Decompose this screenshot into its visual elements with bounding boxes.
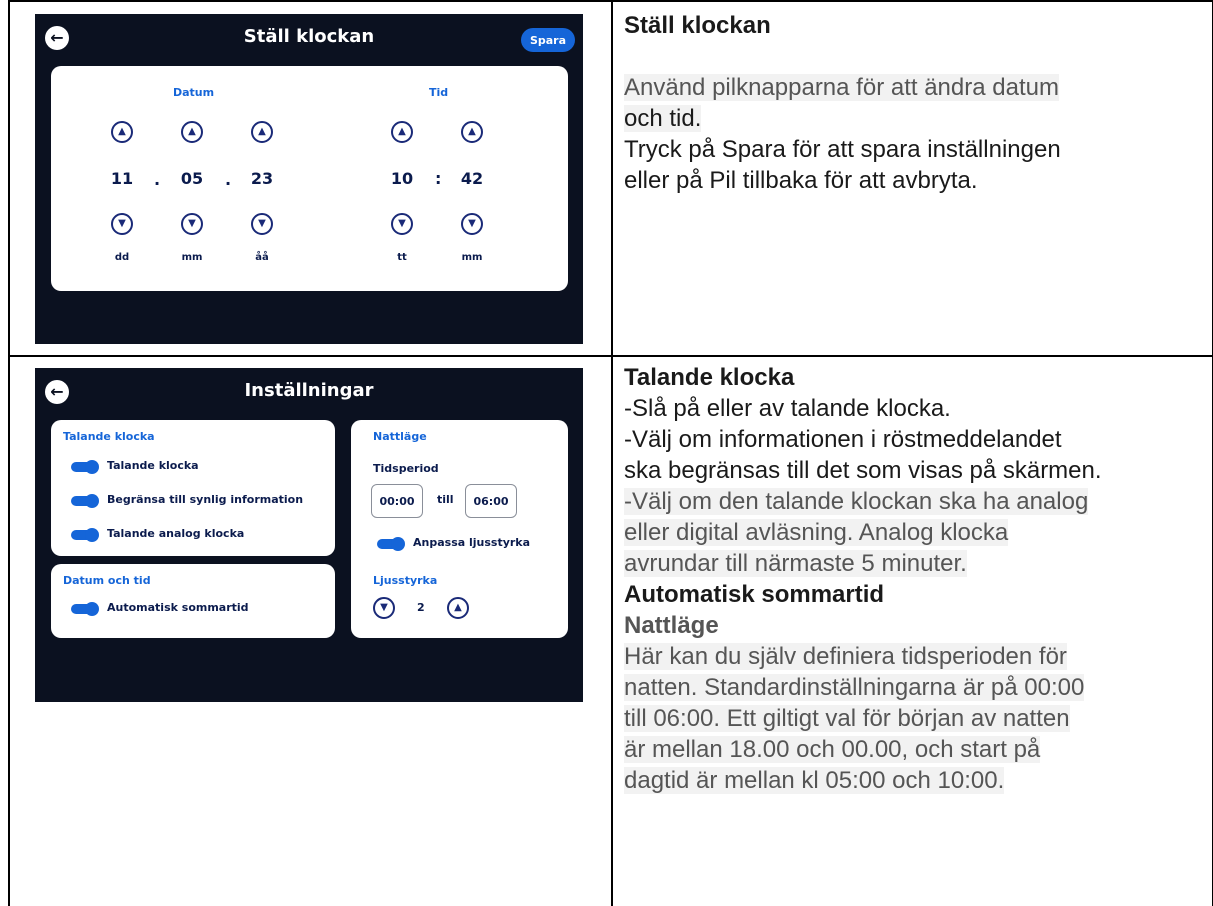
- date-separator: .: [154, 170, 161, 189]
- paragraph-line: och tid.: [624, 105, 702, 132]
- month-up-button[interactable]: ▲: [181, 121, 203, 143]
- set-clock-screen: ← Ställ klockan Spara Datum Tid ▲ ▲ ▲ ▲ …: [35, 14, 583, 344]
- settings-screen: ← Inställningar Talande klocka Talande k…: [35, 368, 583, 702]
- toggle-label: Begränsa till synlig information: [107, 493, 304, 506]
- period-label: Tidsperiod: [373, 462, 439, 475]
- toggle-label: Talande klocka: [107, 459, 199, 472]
- minute-down-button[interactable]: ▼: [461, 213, 483, 235]
- table-border-top: [8, 0, 1212, 2]
- table-column-divider: [611, 0, 613, 906]
- talking-clock-card: Talande klocka Talande klocka Begränsa t…: [51, 420, 335, 556]
- paragraph-line: eller på Pil tillbaka för att avbryta.: [624, 167, 978, 194]
- toggle-label: Anpassa ljusstyrka: [413, 536, 531, 549]
- card-title: Datum och tid: [63, 574, 151, 587]
- paragraph-line: är mellan 18.00 och 00.00, och start på: [624, 736, 1041, 763]
- month-down-button[interactable]: ▼: [181, 213, 203, 235]
- toggle-on-icon[interactable]: [71, 528, 99, 542]
- chevron-down-icon: ▼: [468, 218, 476, 229]
- chevron-down-icon: ▼: [188, 218, 196, 229]
- chevron-up-icon: ▲: [258, 126, 266, 137]
- brightness-down-button[interactable]: ▼: [373, 597, 395, 619]
- hour-down-button[interactable]: ▼: [391, 213, 413, 235]
- month-unit: mm: [181, 252, 203, 263]
- minute-unit: mm: [461, 252, 483, 263]
- date-time-panel: Datum Tid ▲ ▲ ▲ ▲ ▲ 11 . 05 . 23 10 : 42…: [51, 66, 568, 291]
- chevron-down-icon: ▼: [380, 602, 388, 613]
- minute-value: 42: [460, 169, 484, 188]
- minute-up-button[interactable]: ▲: [461, 121, 483, 143]
- year-unit: åå: [255, 252, 269, 263]
- chevron-down-icon: ▼: [258, 218, 266, 229]
- heading: Ställ klockan: [624, 12, 771, 39]
- time-separator: :: [435, 169, 442, 188]
- table-row-divider: [8, 355, 1212, 357]
- year-down-button[interactable]: ▼: [251, 213, 273, 235]
- year-value: 23: [250, 169, 274, 188]
- heading: Automatisk sommartid: [624, 581, 885, 608]
- paragraph-line: natten. Standardinställningarna är på 00…: [624, 674, 1085, 701]
- heading: Nattläge: [624, 612, 719, 639]
- time-label: Tid: [429, 86, 449, 99]
- toggle-on-icon[interactable]: [71, 460, 99, 474]
- day-up-button[interactable]: ▲: [111, 121, 133, 143]
- paragraph-line: -Välj om informationen i röstmeddelandet: [624, 426, 1062, 453]
- instructions-settings: Talande klocka -Slå på eller av talande …: [624, 362, 1204, 796]
- hour-up-button[interactable]: ▲: [391, 121, 413, 143]
- brightness-up-button[interactable]: ▲: [447, 597, 469, 619]
- card-title: Talande klocka: [63, 430, 155, 443]
- start-time-field[interactable]: 00:00: [371, 484, 423, 518]
- night-mode-card: Nattläge Tidsperiod 00:00 till 06:00 Anp…: [351, 420, 568, 638]
- end-time-field[interactable]: 06:00: [465, 484, 517, 518]
- screen-title: Ställ klockan: [243, 26, 375, 47]
- toggle-on-icon[interactable]: [377, 537, 405, 551]
- paragraph-line: -Välj om den talande klockan ska ha anal…: [624, 488, 1089, 515]
- paragraph-line: Använd pilknapparna för att ändra datum: [624, 74, 1059, 101]
- chevron-down-icon: ▼: [118, 218, 126, 229]
- brightness-label: Ljusstyrka: [373, 574, 438, 587]
- brightness-value: 2: [417, 601, 425, 614]
- till-label: till: [437, 493, 454, 506]
- chevron-down-icon: ▼: [398, 218, 406, 229]
- hour-unit: tt: [397, 252, 407, 263]
- year-up-button[interactable]: ▲: [251, 121, 273, 143]
- date-time-card: Datum och tid Automatisk sommartid: [51, 564, 335, 638]
- paragraph-line: -Slå på eller av talande klocka.: [624, 395, 951, 422]
- instructions-set-clock: Ställ klockan Använd pilknapparna för at…: [624, 10, 1204, 196]
- hour-value: 10: [390, 169, 414, 188]
- screen-title: Inställningar: [244, 380, 374, 401]
- chevron-up-icon: ▲: [398, 126, 406, 137]
- heading: Talande klocka: [624, 364, 795, 391]
- toggle-label: Automatisk sommartid: [107, 601, 249, 614]
- chevron-up-icon: ▲: [118, 126, 126, 137]
- date-label: Datum: [173, 86, 215, 99]
- toggle-on-icon[interactable]: [71, 494, 99, 508]
- day-down-button[interactable]: ▼: [111, 213, 133, 235]
- paragraph-line: avrundar till närmaste 5 minuter.: [624, 550, 967, 577]
- paragraph-line: Tryck på Spara för att spara inställning…: [624, 136, 1061, 163]
- paragraph-line: Här kan du själv definiera tidsperioden …: [624, 643, 1067, 670]
- save-button[interactable]: Spara: [521, 28, 575, 52]
- day-value: 11: [110, 169, 134, 188]
- paragraph-line: till 06:00. Ett giltigt val för början a…: [624, 705, 1070, 732]
- paragraph-line: eller digital avläsning. Analog klocka: [624, 519, 1009, 546]
- card-title: Nattläge: [373, 430, 427, 443]
- date-separator: .: [225, 170, 232, 189]
- paragraph-line: ska begränsas till det som visas på skär…: [624, 457, 1102, 484]
- toggle-on-icon[interactable]: [71, 602, 99, 616]
- day-unit: dd: [114, 252, 130, 263]
- paragraph-line: dagtid är mellan kl 05:00 och 10:00.: [624, 767, 1005, 794]
- chevron-up-icon: ▲: [468, 126, 476, 137]
- month-value: 05: [180, 169, 204, 188]
- toggle-label: Talande analog klocka: [107, 527, 245, 540]
- chevron-up-icon: ▲: [188, 126, 196, 137]
- chevron-up-icon: ▲: [454, 602, 462, 613]
